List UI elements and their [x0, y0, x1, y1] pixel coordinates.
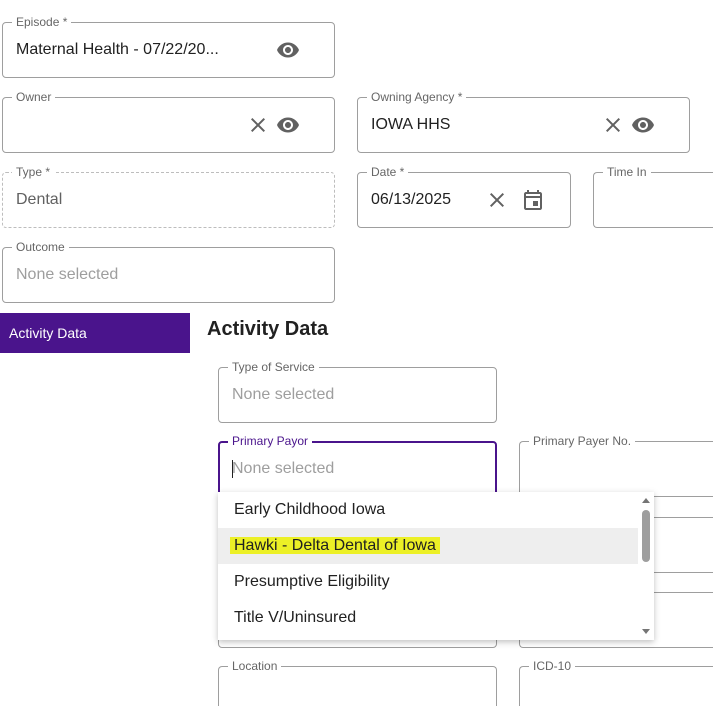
episode-field[interactable]: Episode * Maternal Health - 07/22/20... — [2, 15, 335, 78]
close-icon[interactable] — [246, 113, 270, 137]
type-field: Type * Dental — [2, 165, 335, 228]
outcome-field[interactable]: Outcome None selected — [2, 240, 335, 303]
location-label: Location — [228, 659, 282, 673]
close-icon[interactable] — [485, 188, 509, 212]
option-label: Hawki - Delta Dental of Iowa — [230, 537, 440, 554]
sidebar-item-label: Activity Data — [9, 325, 87, 341]
section-title: Activity Data — [207, 318, 329, 340]
dropdown-option[interactable]: Hawki - Delta Dental of Iowa — [218, 528, 638, 564]
primary-payor-placeholder: None selected — [232, 460, 335, 477]
dropdown-option[interactable]: Presumptive Eligibility — [218, 564, 638, 600]
primary-payer-no-label: Primary Payer No. — [529, 434, 636, 448]
dropdown-scrollbar[interactable] — [638, 492, 654, 640]
type-of-service-label: Type of Service — [228, 360, 319, 374]
date-value: 06/13/2025 — [371, 191, 452, 208]
eye-icon[interactable] — [276, 38, 300, 62]
location-field[interactable]: Location — [218, 659, 497, 706]
owner-label: Owner — [12, 90, 56, 104]
outcome-placeholder: None selected — [16, 266, 119, 283]
time-in-field[interactable]: Time In — [593, 165, 713, 228]
date-label: Date * — [367, 165, 409, 179]
episode-label: Episode * — [12, 15, 72, 29]
time-in-label: Time In — [603, 165, 651, 179]
owning-agency-label: Owning Agency * — [367, 90, 467, 104]
option-label: Presumptive Eligibility — [234, 573, 390, 590]
primary-payor-dropdown[interactable]: Early Childhood Iowa Hawki - Delta Denta… — [218, 492, 654, 640]
icd10-field[interactable]: ICD-10 — [519, 659, 713, 706]
icd10-label: ICD-10 — [529, 659, 576, 673]
option-label: Early Childhood Iowa — [234, 501, 386, 518]
eye-icon[interactable] — [631, 113, 655, 137]
type-label: Type * — [12, 165, 55, 179]
owning-agency-field[interactable]: Owning Agency * IOWA HHS — [357, 90, 690, 153]
scroll-down-arrow-icon[interactable] — [642, 629, 650, 634]
dropdown-option[interactable]: Title V/Uninsured — [218, 600, 638, 636]
owning-agency-value: IOWA HHS — [371, 116, 451, 133]
type-of-service-field[interactable]: Type of Service None selected — [218, 360, 497, 423]
outcome-label: Outcome — [12, 240, 69, 254]
primary-payer-no-field[interactable]: Primary Payer No. — [519, 434, 713, 497]
episode-value: Maternal Health - 07/22/20... — [16, 41, 219, 58]
close-icon[interactable] — [601, 113, 625, 137]
option-label: Title V/Uninsured — [234, 609, 357, 626]
date-field[interactable]: Date * 06/13/2025 — [357, 165, 571, 228]
primary-payor-field[interactable]: Primary Payor None selected — [218, 434, 497, 497]
type-of-service-placeholder: None selected — [232, 386, 335, 403]
dropdown-option[interactable]: Early Childhood Iowa — [218, 492, 638, 528]
scrollbar-thumb[interactable] — [642, 510, 650, 562]
primary-payor-label: Primary Payor — [228, 434, 313, 448]
owner-field[interactable]: Owner — [2, 90, 335, 153]
calendar-icon[interactable] — [521, 188, 545, 212]
text-cursor — [232, 460, 233, 478]
eye-icon[interactable] — [276, 113, 300, 137]
type-value: Dental — [16, 191, 63, 208]
sidebar-item-activity-data[interactable]: Activity Data — [0, 313, 190, 353]
scroll-up-arrow-icon[interactable] — [642, 498, 650, 503]
